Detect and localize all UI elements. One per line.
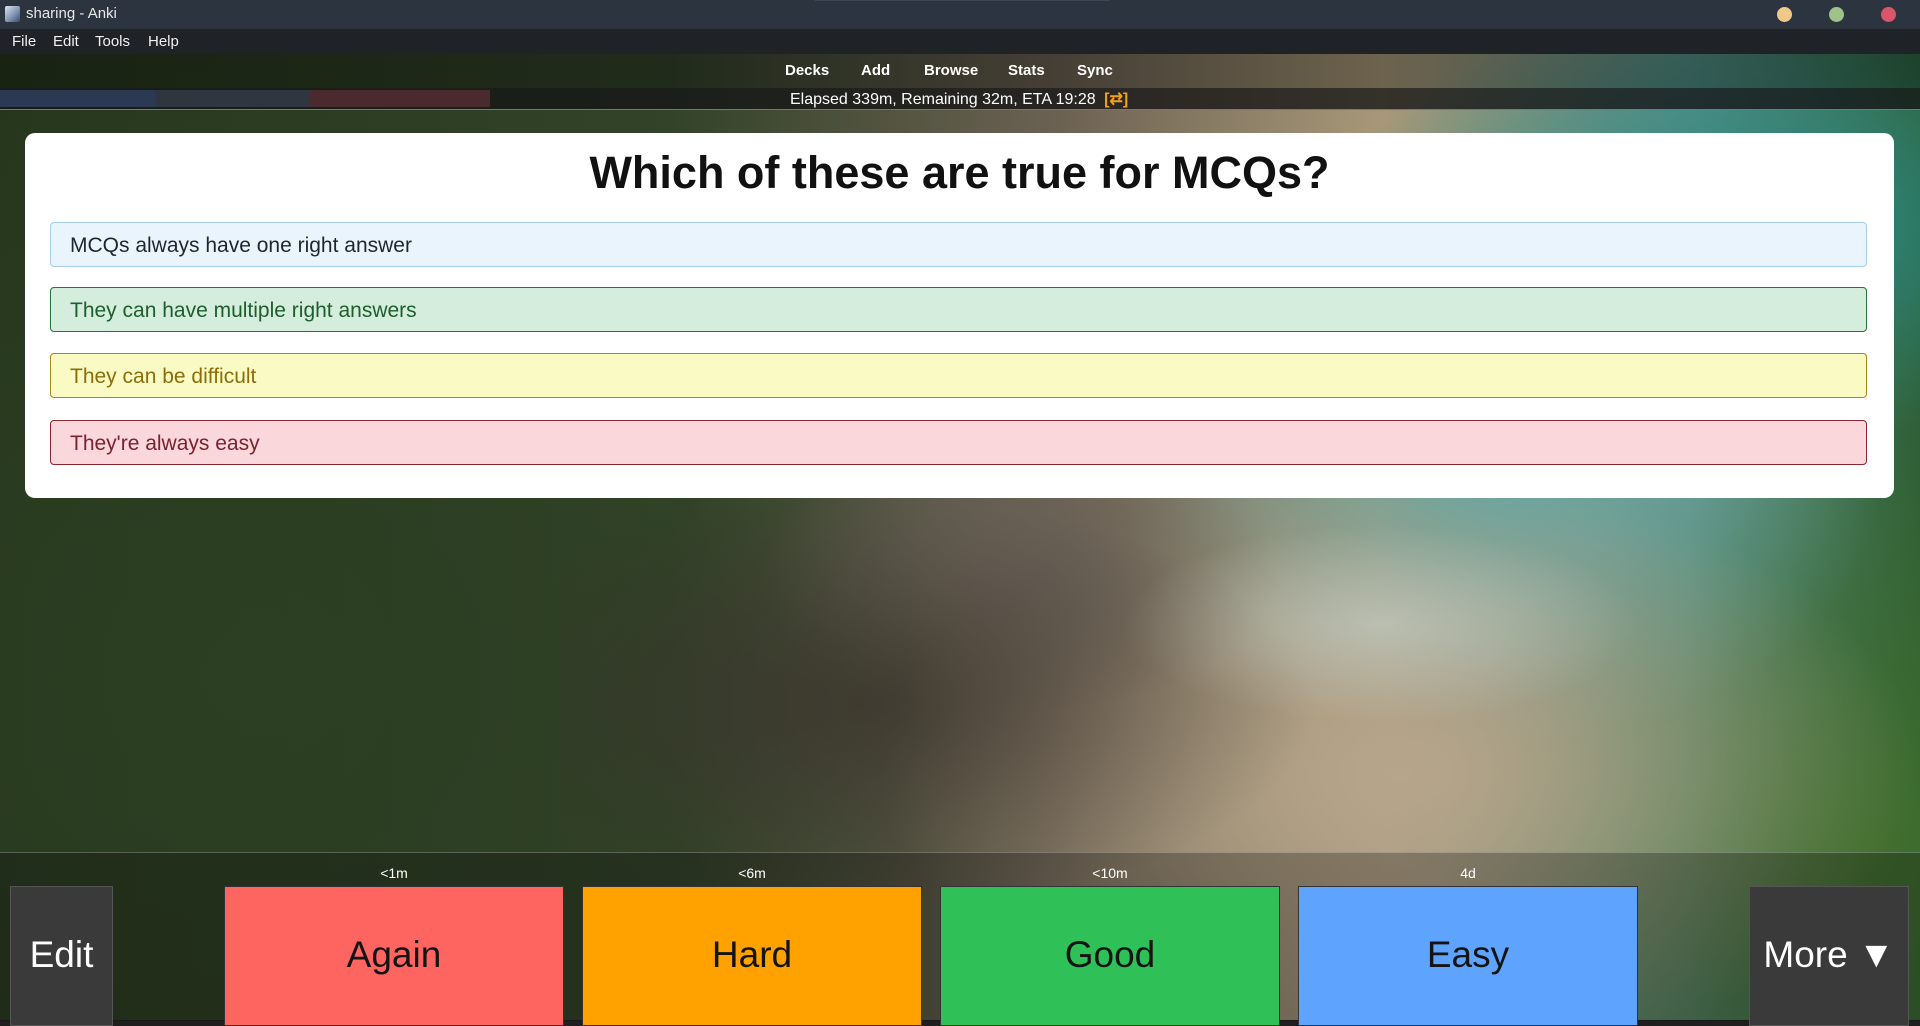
toolbar-sync[interactable]: Sync — [1077, 62, 1113, 79]
anki-app-icon — [5, 6, 20, 22]
background-surf — [1120, 524, 1640, 724]
interval-good: <10m — [1092, 865, 1128, 881]
title-bar: sharing - Anki — [0, 0, 1920, 29]
answer-option-3[interactable]: They can be difficult — [50, 353, 1867, 398]
answer-option-4[interactable]: They're always easy — [50, 420, 1867, 465]
swap-icon[interactable]: [⇄] — [1104, 91, 1128, 108]
menu-tools[interactable]: Tools — [95, 33, 130, 50]
menu-help[interactable]: Help — [148, 33, 179, 50]
main-toolbar: Decks Add Browse Stats Sync — [0, 54, 1920, 88]
minimize-icon[interactable] — [1777, 7, 1792, 22]
menu-file[interactable]: File — [12, 33, 36, 50]
toolbar-decks[interactable]: Decks — [785, 62, 829, 79]
answer-option-1[interactable]: MCQs always have one right answer — [50, 222, 1867, 267]
again-button[interactable]: Again — [224, 886, 564, 1026]
question-text: Which of these are true for MCQs? — [589, 147, 1330, 198]
menu-bar: File Edit Tools Help — [0, 29, 1920, 54]
toolbar-browse[interactable]: Browse — [924, 62, 978, 79]
maximize-icon[interactable] — [1829, 7, 1844, 22]
status-text: Elapsed 339m, Remaining 32m, ETA 19:28 [… — [790, 89, 1128, 109]
answer-option-2[interactable]: They can have multiple right answers — [50, 287, 1867, 332]
window-title: sharing - Anki — [26, 5, 117, 22]
title-bar-divider — [815, 0, 1110, 1]
interval-hard: <6m — [738, 865, 766, 881]
close-icon[interactable] — [1881, 7, 1896, 22]
easy-button[interactable]: Easy — [1298, 886, 1638, 1026]
hard-button[interactable]: Hard — [582, 886, 922, 1026]
progress-segment-review — [310, 90, 490, 107]
interval-easy: 4d — [1460, 865, 1476, 881]
progress-segment-learn — [155, 90, 310, 107]
progress-segment-new — [0, 90, 155, 107]
toolbar-stats[interactable]: Stats — [1008, 62, 1045, 79]
more-button[interactable]: More ▼ — [1749, 886, 1909, 1026]
edit-button[interactable]: Edit — [10, 886, 113, 1026]
progress-status-bar: Elapsed 339m, Remaining 32m, ETA 19:28 [… — [0, 88, 1920, 110]
menu-edit[interactable]: Edit — [53, 33, 79, 50]
review-bottom-bar: Edit <1m Again <6m Hard <10m Good 4d Eas… — [0, 852, 1920, 1026]
interval-again: <1m — [380, 865, 408, 881]
flashcard: Which of these are true for MCQs? MCQs a… — [25, 133, 1894, 498]
good-button[interactable]: Good — [940, 886, 1280, 1026]
timer-text: Elapsed 339m, Remaining 32m, ETA 19:28 — [790, 91, 1096, 108]
toolbar-add[interactable]: Add — [861, 62, 890, 79]
